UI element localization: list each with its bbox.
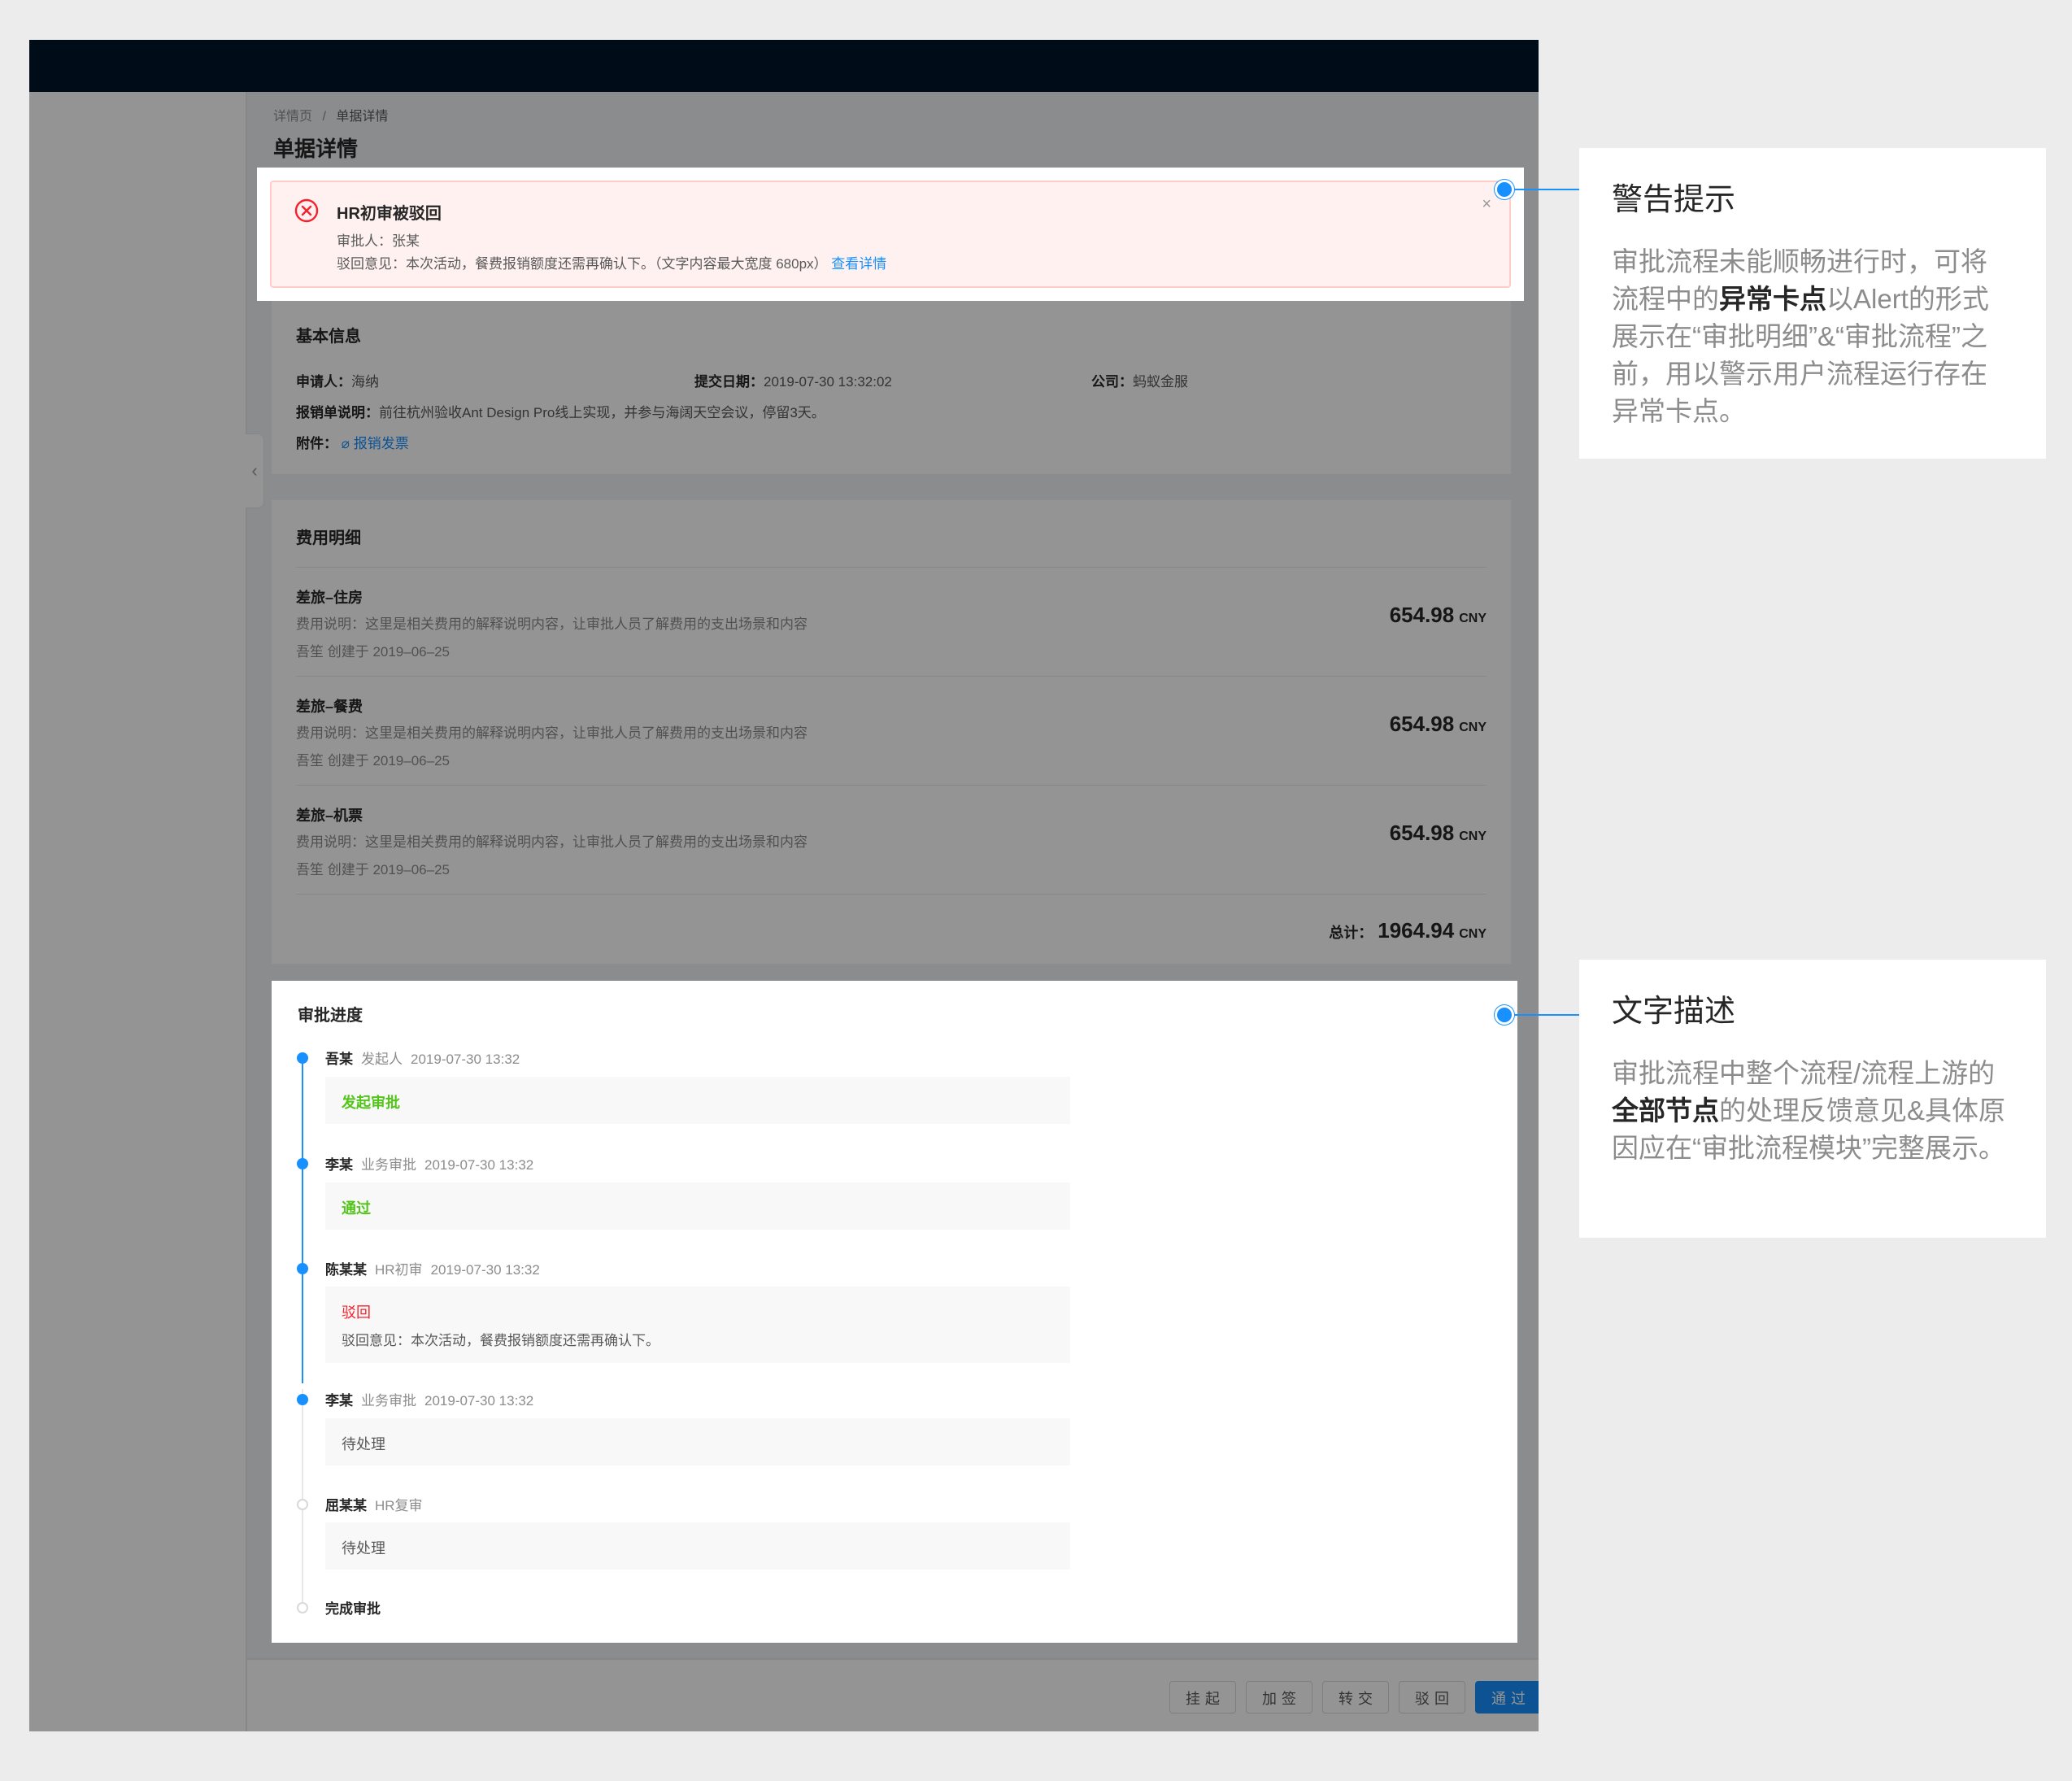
timeline-node-content: 通过 (325, 1182, 1070, 1230)
alert-reason: 驳回意见：本次活动，餐费报销额度还需再确认下。（文字内容最大宽度 680px） (337, 256, 828, 272)
alert-approver: 审批人：张某 (337, 233, 420, 249)
node-person: 屈某某 (325, 1498, 367, 1513)
node-time: 2019-07-30 13:32 (430, 1262, 540, 1278)
annotation-marker (1495, 1005, 1514, 1025)
annotation-text-bold: 异常卡点 (1719, 284, 1826, 314)
annotation-text: 审批流程中整个流程/流程上游的全部节点的处理反馈意见&具体原因应在“审批流程模块… (1612, 1055, 2013, 1167)
timeline-dot-pending (297, 1602, 308, 1613)
node-role: 发起人 (361, 1052, 403, 1067)
approval-title: 审批进度 (298, 1007, 363, 1025)
timeline-node-header: 陈某某 HR初审 2019-07-30 13:32 (325, 1258, 540, 1278)
node-time: 2019-07-30 13:32 (424, 1157, 534, 1173)
timeline-dot (297, 1394, 308, 1405)
node-status: 驳回 (342, 1304, 371, 1321)
annotation-alert-card: 警告提示 审批流程未能顺畅进行时，可将流程中的异常卡点以Alert的形式展示在“… (1579, 148, 2046, 459)
node-role: 业务审批 (361, 1393, 416, 1409)
timeline-dot (297, 1052, 308, 1064)
annotation-marker (1495, 180, 1514, 199)
node-time: 2019-07-30 13:32 (411, 1052, 520, 1067)
node-person: 李某 (325, 1157, 353, 1173)
node-status: 通过 (342, 1200, 371, 1217)
timeline-dot (297, 1263, 308, 1274)
timeline-node-header: 吾某 发起人 2019-07-30 13:32 (325, 1047, 520, 1068)
annotation-connector (1504, 1014, 1579, 1016)
timeline-node-content: 待处理 (325, 1522, 1070, 1570)
annotation-title: 警告提示 (1612, 183, 1736, 217)
node-person: 完成审批 (325, 1601, 381, 1617)
annotation-text: 审批流程未能顺畅进行时，可将流程中的异常卡点以Alert的形式展示在“审批明细”… (1612, 243, 2013, 430)
annotation-title: 文字描述 (1612, 995, 1736, 1029)
timeline-node-header: 李某 业务审批 2019-07-30 13:32 (325, 1153, 533, 1174)
approval-progress-card: 审批进度 吾某 发起人 2019-07-30 13:32 发起审批 李某 业务审批 20… (272, 981, 1517, 1643)
annotation-text-part: 审批流程中整个流程/流程上游的 (1612, 1058, 1996, 1088)
timeline-node-content: 发起审批 (325, 1077, 1070, 1124)
close-circle-icon (294, 198, 319, 223)
alert-title: HR初审被驳回 (337, 205, 442, 223)
timeline-line-pending (302, 1389, 303, 1606)
node-status: 待处理 (342, 1540, 385, 1557)
alert-highlight: HR初审被驳回 审批人：张某 驳回意见：本次活动，餐费报销额度还需再确认下。（文… (257, 168, 1524, 301)
annotation-text-bold: 全部节点 (1612, 1095, 1719, 1126)
alert-detail-link[interactable]: 查看详情 (831, 256, 886, 272)
node-person: 陈某某 (325, 1262, 367, 1278)
timeline-dot (297, 1158, 308, 1169)
timeline-node-header: 屈某某 HR复审 (325, 1494, 423, 1514)
node-status: 发起审批 (342, 1095, 400, 1111)
error-alert: HR初审被驳回 审批人：张某 驳回意见：本次活动，餐费报销额度还需再确认下。（文… (270, 181, 1511, 288)
close-icon[interactable]: × (1482, 195, 1491, 214)
node-role: HR复审 (375, 1498, 423, 1513)
timeline-node-header: 李某 业务审批 2019-07-30 13:32 (325, 1389, 533, 1409)
node-role: HR初审 (375, 1262, 423, 1278)
timeline-node-content: 驳回 驳回意见：本次活动，餐费报销额度还需再确认下。 (325, 1287, 1070, 1363)
node-note: 驳回意见：本次活动，餐费报销额度还需再确认下。 (342, 1333, 659, 1348)
timeline-line-active (302, 1058, 303, 1383)
node-person: 李某 (325, 1393, 353, 1409)
node-status: 待处理 (342, 1436, 385, 1452)
annotation-connector (1504, 189, 1579, 190)
timeline-node-header: 完成审批 (325, 1597, 389, 1618)
node-person: 吾某 (325, 1052, 353, 1067)
timeline-dot-pending (297, 1499, 308, 1510)
annotation-text-card: 文字描述 审批流程中整个流程/流程上游的全部节点的处理反馈意见&具体原因应在“审… (1579, 960, 2046, 1238)
alert-reason-line: 驳回意见：本次活动，餐费报销额度还需再确认下。（文字内容最大宽度 680px） … (337, 252, 886, 272)
timeline-node-content: 待处理 (325, 1418, 1070, 1465)
node-time: 2019-07-30 13:32 (424, 1393, 534, 1409)
node-role: 业务审批 (361, 1157, 416, 1173)
